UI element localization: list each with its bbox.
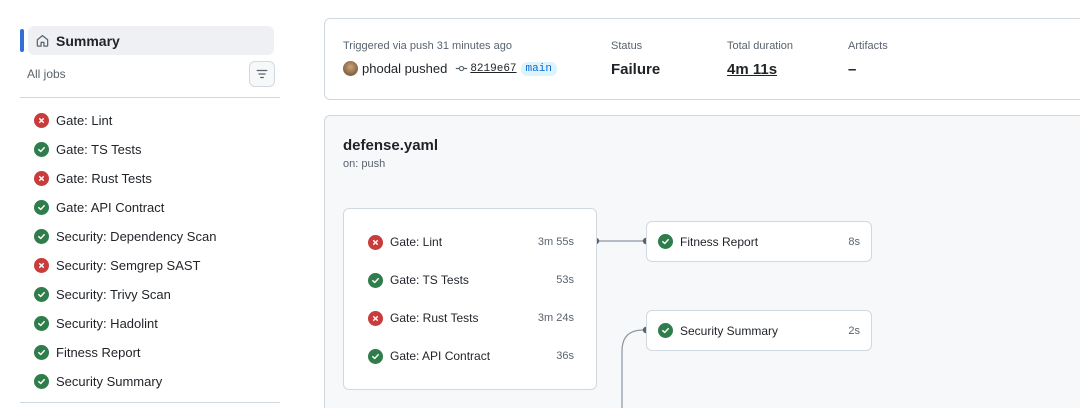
check-circle-icon <box>658 234 673 249</box>
avatar[interactable] <box>343 61 358 76</box>
sidebar-job-item[interactable]: Security: Dependency Scan <box>34 222 294 251</box>
actor-text[interactable]: phodal pushed <box>362 61 447 76</box>
gate-job-label: Gate: API Contract <box>390 349 491 363</box>
branch-badge[interactable]: main <box>520 61 557 76</box>
x-circle-icon <box>34 113 49 128</box>
check-circle-icon <box>658 323 673 338</box>
status-value: Failure <box>611 61 661 78</box>
sidebar-divider-bottom <box>20 402 280 403</box>
fitness-report-node[interactable]: Fitness Report 8s <box>646 221 872 262</box>
check-circle-icon <box>34 200 49 215</box>
run-summary-card: Triggered via push 31 minutes ago phodal… <box>324 18 1080 100</box>
sidebar-job-label: Gate: TS Tests <box>56 142 142 157</box>
artifacts-value: – <box>848 61 857 78</box>
sidebar-job-label: Security: Semgrep SAST <box>56 258 201 273</box>
trigger-row: phodal pushed 8219e67 main <box>343 61 557 76</box>
gate-job-label: Gate: Rust Tests <box>390 311 479 325</box>
gate-job-row[interactable]: Gate: TS Tests 53s <box>368 270 574 290</box>
gate-job-duration: 3m 55s <box>537 236 574 248</box>
gate-job-duration: 3m 24s <box>537 312 574 324</box>
gate-job-row[interactable]: Gate: Lint 3m 55s <box>368 232 574 252</box>
sidebar-job-item[interactable]: Security: Hadolint <box>34 309 294 338</box>
sidebar-job-label: Gate: Rust Tests <box>56 171 152 186</box>
sidebar-job-label: Gate: Lint <box>56 113 113 128</box>
x-circle-icon <box>368 310 383 326</box>
sidebar-job-label: Security Summary <box>56 374 163 389</box>
filter-icon <box>256 69 268 79</box>
gate-job-label: Gate: Lint <box>390 235 443 249</box>
node-label: Security Summary <box>680 323 779 338</box>
job-list: Gate: Lint Gate: TS Tests Gate: Rust Tests… <box>34 106 294 396</box>
node-duration: 2s <box>848 324 860 337</box>
sidebar-job-label: Security: Dependency Scan <box>56 229 217 244</box>
commit-icon <box>455 62 468 75</box>
sidebar-job-item[interactable]: Gate: Lint <box>34 106 294 135</box>
check-circle-icon <box>34 229 49 244</box>
sidebar-summary-link[interactable]: Summary <box>28 26 274 55</box>
sidebar: Summary All jobs Gate: Lint Gate: TS Test… <box>0 0 300 408</box>
sidebar-divider <box>20 97 280 98</box>
sidebar-job-item[interactable]: Security Summary <box>34 367 294 396</box>
sidebar-job-item[interactable]: Gate: API Contract <box>34 193 294 222</box>
x-circle-icon <box>34 171 49 186</box>
artifacts-label: Artifacts <box>848 40 888 52</box>
gate-job-row[interactable]: Gate: Rust Tests 3m 24s <box>368 308 574 328</box>
gate-jobs-group: Gate: Lint 3m 55s Gate: TS Tests 53s Gate: R… <box>343 208 597 390</box>
check-circle-icon <box>368 348 383 364</box>
sidebar-job-item[interactable]: Security: Semgrep SAST <box>34 251 294 280</box>
trigger-label: Triggered via push 31 minutes ago <box>343 40 512 52</box>
sidebar-job-label: Fitness Report <box>56 345 141 360</box>
all-jobs-label: All jobs <box>27 67 66 81</box>
commit-sha-link[interactable]: 8219e67 <box>470 63 516 75</box>
active-indicator <box>20 29 24 52</box>
sidebar-job-item[interactable]: Gate: Rust Tests <box>34 164 294 193</box>
node-duration: 8s <box>848 235 860 248</box>
x-circle-icon <box>34 258 49 273</box>
sidebar-summary-label: Summary <box>56 32 120 49</box>
node-label: Fitness Report <box>680 234 759 249</box>
check-circle-icon <box>34 316 49 331</box>
x-circle-icon <box>368 234 383 250</box>
duration-label: Total duration <box>727 40 794 52</box>
security-summary-node[interactable]: Security Summary 2s <box>646 310 872 351</box>
duration-value[interactable]: 4m 11s <box>727 61 777 78</box>
sidebar-job-item[interactable]: Security: Trivy Scan <box>34 280 294 309</box>
workflow-graph-panel: defense.yaml on: push Gate: Lint 3m 55s Ga… <box>324 115 1080 408</box>
gate-job-duration: 36s <box>556 350 574 362</box>
sidebar-job-item[interactable]: Fitness Report <box>34 338 294 367</box>
sidebar-job-label: Security: Trivy Scan <box>56 287 171 302</box>
home-icon <box>35 33 50 48</box>
gate-job-duration: 53s <box>556 274 574 286</box>
all-jobs-header: All jobs <box>27 60 275 88</box>
check-circle-icon <box>34 345 49 360</box>
check-circle-icon <box>34 374 49 389</box>
filter-button[interactable] <box>249 61 275 87</box>
check-circle-icon <box>368 272 383 288</box>
sidebar-job-label: Gate: API Contract <box>56 200 165 215</box>
check-circle-icon <box>34 287 49 302</box>
check-circle-icon <box>34 142 49 157</box>
gate-job-label: Gate: TS Tests <box>390 273 469 287</box>
status-label: Status <box>611 40 643 52</box>
sidebar-job-label: Security: Hadolint <box>56 316 158 331</box>
gate-job-row[interactable]: Gate: API Contract 36s <box>368 346 574 366</box>
sidebar-job-item[interactable]: Gate: TS Tests <box>34 135 294 164</box>
